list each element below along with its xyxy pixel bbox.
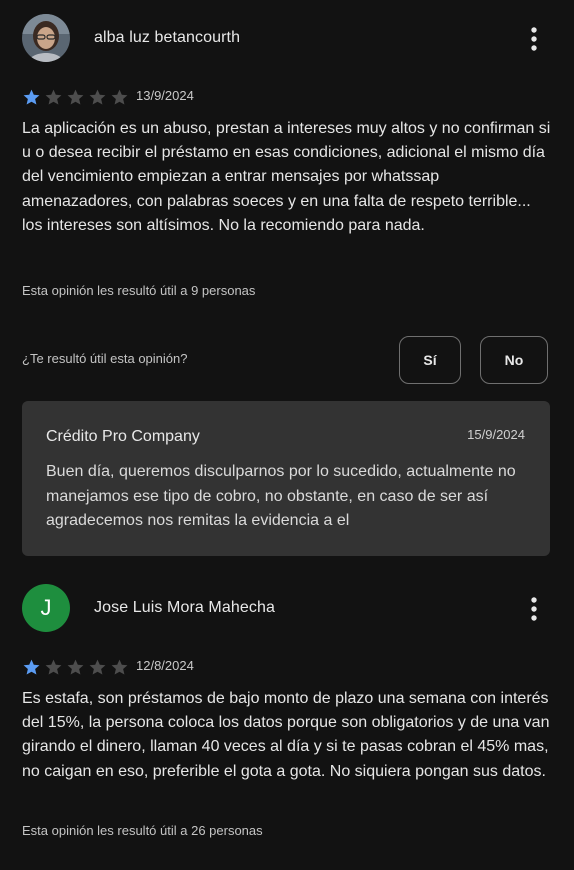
helpful-count: Esta opinión les resultó útil a 26 perso… <box>22 823 263 838</box>
developer-reply: Crédito Pro Company 15/9/2024 Buen día, … <box>22 401 550 556</box>
star-empty-icon <box>45 659 62 675</box>
review-author-name: alba luz betancourth <box>94 29 241 46</box>
star-rating <box>22 658 129 677</box>
developer-name: Crédito Pro Company <box>46 428 200 445</box>
star-rating <box>22 88 129 107</box>
more-vert-icon <box>531 597 537 621</box>
review-text: Es estafa, son préstamos de bajo monto d… <box>22 690 550 780</box>
star-filled-icon <box>23 89 40 105</box>
avatar[interactable]: J <box>22 584 70 632</box>
helpful-yes-button[interactable]: Sí <box>399 336 461 384</box>
developer-reply-date: 15/9/2024 <box>467 427 525 442</box>
star-filled-icon <box>23 659 40 675</box>
helpful-count: Esta opinión les resultó útil a 9 person… <box>22 283 256 298</box>
star-empty-icon <box>89 659 106 675</box>
star-empty-icon <box>45 89 62 105</box>
review-date: 13/9/2024 <box>136 88 194 103</box>
star-empty-icon <box>111 89 128 105</box>
more-vert-icon <box>531 27 537 51</box>
review-text: La aplicación es un abuso, prestan a int… <box>22 120 551 234</box>
helpful-question: ¿Te resultó útil esta opinión? <box>22 351 188 366</box>
star-empty-icon <box>89 89 106 105</box>
more-options-button[interactable] <box>522 24 546 54</box>
more-options-button[interactable] <box>522 594 546 624</box>
profile-photo-icon <box>22 14 70 62</box>
review-date: 12/8/2024 <box>136 658 194 673</box>
star-empty-icon <box>67 89 84 105</box>
developer-reply-text: Buen día, queremos disculparnos por lo s… <box>46 463 516 529</box>
reviews-page: alba luz betancourth 13/9/2024 La aplica… <box>0 0 574 870</box>
star-empty-icon <box>67 659 84 675</box>
helpful-no-button[interactable]: No <box>480 336 548 384</box>
review-author-name: Jose Luis Mora Mahecha <box>94 599 275 616</box>
avatar[interactable] <box>22 14 70 62</box>
star-empty-icon <box>111 659 128 675</box>
